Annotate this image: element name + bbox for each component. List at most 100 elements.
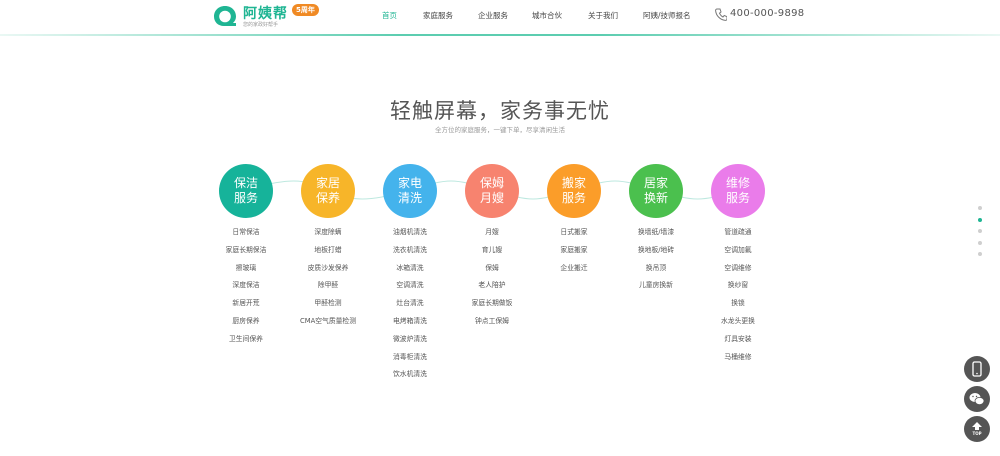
nav-item-1[interactable]: 家庭服务: [423, 10, 453, 21]
service-list-6: 管道疏通 空调加氟 空调维修 换纱窗 换锁 水龙头更换 灯具安装 马桶维修: [693, 224, 783, 366]
service-link[interactable]: 育儿嫂: [447, 242, 537, 260]
nav-item-4[interactable]: 关于我们: [588, 10, 618, 21]
service-link[interactable]: 换锁: [693, 295, 783, 313]
back-to-top-button[interactable]: TOP: [964, 416, 990, 442]
hero-subtitle: 全方位的家庭服务，一键下单，尽享清闲生活: [435, 126, 565, 134]
service-link[interactable]: 儿童房换新: [611, 277, 701, 295]
service-circle-3[interactable]: 保姆 月嫂: [465, 164, 519, 218]
service-circle-4[interactable]: 搬家 服务: [547, 164, 601, 218]
pagination-dot[interactable]: [978, 206, 982, 210]
nav-item-3[interactable]: 城市合伙: [532, 10, 562, 21]
service-link[interactable]: 企业搬迁: [529, 260, 619, 278]
service-list-4: 日式搬家 家庭搬家 企业搬迁: [529, 224, 619, 277]
service-link[interactable]: 擦玻璃: [201, 260, 291, 278]
service-link[interactable]: 日常保洁: [201, 224, 291, 242]
arrow-up-icon: [972, 422, 982, 430]
pagination-dot[interactable]: [978, 217, 982, 222]
mobile-icon: [972, 361, 982, 377]
service-link[interactable]: 换纱窗: [693, 277, 783, 295]
logo-tagline: 您的家政好帮手: [243, 22, 279, 28]
service-link[interactable]: 深度除螨: [283, 224, 373, 242]
section-pagination: [976, 206, 984, 266]
anniversary-badge: 5周年: [292, 4, 319, 16]
logo[interactable]: 阿姨帮 5周年 您的家政好帮手: [212, 3, 332, 31]
service-title-line1: 家电: [397, 176, 422, 190]
service-link[interactable]: 换墙纸/墙漆: [611, 224, 701, 242]
service-title-line2: 换新: [643, 191, 668, 205]
service-title-line1: 保姆: [479, 176, 504, 190]
pagination-dot[interactable]: [978, 240, 982, 245]
service-link[interactable]: 老人陪护: [447, 277, 537, 295]
service-link[interactable]: 月嫂: [447, 224, 537, 242]
service-circle-6[interactable]: 维修 服务: [711, 164, 765, 218]
wechat-icon: [969, 393, 985, 405]
service-circle-0[interactable]: 保洁 服务: [219, 164, 273, 218]
service-link[interactable]: 空调维修: [693, 260, 783, 278]
service-link[interactable]: 家庭搬家: [529, 242, 619, 260]
nav-item-5[interactable]: 阿姨/技师报名: [643, 10, 691, 21]
service-link[interactable]: 皮质沙发保养: [283, 260, 373, 278]
service-link[interactable]: 保姆: [447, 260, 537, 278]
site-header: 阿姨帮 5周年 您的家政好帮手 首页 家庭服务 企业服务 城市合伙 关于我们 阿姨/技师报…: [0, 0, 1000, 34]
service-link[interactable]: 日式搬家: [529, 224, 619, 242]
service-link[interactable]: 深度保洁: [201, 277, 291, 295]
service-title-line2: 服务: [233, 191, 258, 205]
service-link[interactable]: CMA空气质量检测: [283, 313, 373, 331]
header-divider: [0, 34, 1000, 36]
service-link[interactable]: 洗衣机清洗: [365, 242, 455, 260]
pagination-dot[interactable]: [978, 229, 982, 233]
service-link[interactable]: 马桶维修: [693, 349, 783, 367]
service-link[interactable]: 水龙头更换: [693, 313, 783, 331]
service-title-line2: 服务: [725, 191, 750, 205]
service-link[interactable]: 厨房保养: [201, 313, 291, 331]
service-list-2: 油烟机清洗 洗衣机清洗 冰箱清洗 空调清洗 灶台清洗 电烤箱清洗 微波炉清洗 消毒柜清洗 饮水机…: [365, 224, 455, 384]
service-link[interactable]: 新居开荒: [201, 295, 291, 313]
logo-house-icon: [214, 6, 236, 26]
service-link[interactable]: 地板打蜡: [283, 242, 373, 260]
service-title-line2: 保养: [315, 191, 340, 205]
service-link[interactable]: 换吊顶: [611, 260, 701, 278]
wechat-button[interactable]: [964, 386, 990, 412]
hero-title: 轻触屏幕，家务事无忧: [390, 99, 610, 123]
service-title-line1: 居家: [643, 176, 668, 190]
service-title-line1: 搬家: [561, 176, 586, 190]
service-list-1: 深度除螨 地板打蜡 皮质沙发保养 除甲醛 甲醛检测 CMA空气质量检测: [283, 224, 373, 331]
service-link[interactable]: 卫生间保养: [201, 331, 291, 349]
service-link[interactable]: 灯具安装: [693, 331, 783, 349]
service-link[interactable]: 家庭长期做饭: [447, 295, 537, 313]
service-title-line1: 家居: [315, 176, 340, 190]
service-list-5: 换墙纸/墙漆 换地板/地砖 换吊顶 儿童房换新: [611, 224, 701, 295]
service-link[interactable]: 电烤箱清洗: [365, 313, 455, 331]
service-link[interactable]: 空调加氟: [693, 242, 783, 260]
nav-item-2[interactable]: 企业服务: [478, 10, 508, 21]
mobile-app-button[interactable]: [964, 356, 990, 382]
service-circle-5[interactable]: 居家 换新: [629, 164, 683, 218]
service-link[interactable]: 饮水机清洗: [365, 366, 455, 384]
service-link[interactable]: 油烟机清洗: [365, 224, 455, 242]
logo-name: 阿姨帮: [243, 6, 288, 22]
service-link[interactable]: 管道疏通: [693, 224, 783, 242]
service-link[interactable]: 灶台清洗: [365, 295, 455, 313]
service-link[interactable]: 除甲醛: [283, 277, 373, 295]
service-title-line2: 月嫂: [479, 191, 504, 205]
back-to-top-label: TOP: [972, 431, 982, 436]
service-link[interactable]: 冰箱清洗: [365, 260, 455, 278]
service-link[interactable]: 家庭长期保洁: [201, 242, 291, 260]
service-link[interactable]: 微波炉清洗: [365, 331, 455, 349]
service-link[interactable]: 消毒柜清洗: [365, 349, 455, 367]
service-link[interactable]: 空调清洗: [365, 277, 455, 295]
nav-item-0[interactable]: 首页: [382, 10, 397, 21]
service-link[interactable]: 钟点工保姆: [447, 313, 537, 331]
service-link[interactable]: 换地板/地砖: [611, 242, 701, 260]
service-circle-1[interactable]: 家居 保养: [301, 164, 355, 218]
hotline-number[interactable]: 400-000-9898: [730, 8, 804, 19]
service-list-3: 月嫂 育儿嫂 保姆 老人陪护 家庭长期做饭 钟点工保姆: [447, 224, 537, 331]
phone-icon: [715, 8, 727, 21]
service-title-line2: 服务: [561, 191, 586, 205]
service-list-0: 日常保洁 家庭长期保洁 擦玻璃 深度保洁 新居开荒 厨房保养 卫生间保养: [201, 224, 291, 349]
service-title-line1: 维修: [725, 176, 750, 190]
service-link[interactable]: 甲醛检测: [283, 295, 373, 313]
service-title-line1: 保洁: [233, 176, 258, 190]
pagination-dot[interactable]: [978, 252, 982, 256]
service-circle-2[interactable]: 家电 清洗: [383, 164, 437, 218]
